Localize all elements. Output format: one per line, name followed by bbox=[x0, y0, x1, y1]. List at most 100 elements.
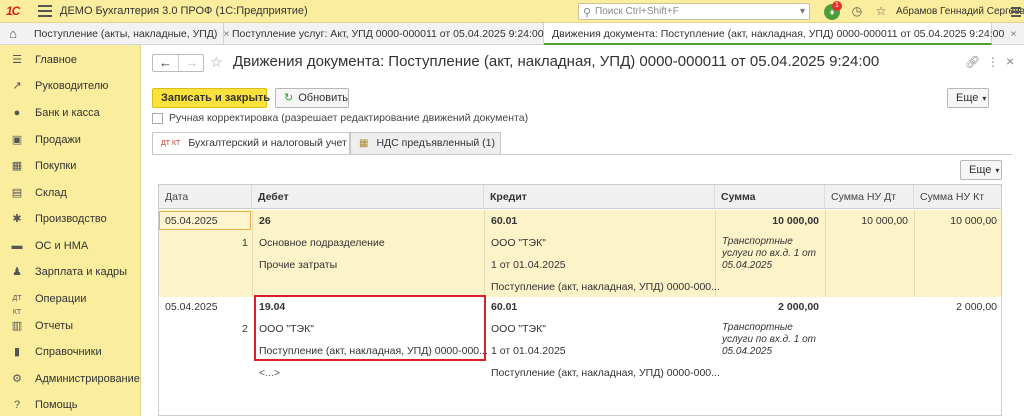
tab-vat[interactable]: ▦ НДС предъявленный (1) bbox=[350, 132, 501, 154]
sidebar-item-sales[interactable]: ▣ Продажи bbox=[0, 129, 141, 151]
sidebar-item-label: Главное bbox=[35, 54, 78, 66]
manual-correction-checkbox[interactable] bbox=[152, 113, 163, 124]
search-dropdown-icon[interactable]: ▾ bbox=[800, 6, 805, 17]
tab-label: Бухгалтерский и налоговый учет (2) bbox=[188, 137, 363, 149]
history-icon[interactable]: ◷ bbox=[850, 4, 864, 18]
user-name[interactable]: Абрамов Геннадий Сергеевич bbox=[896, 6, 1024, 17]
row-sum: 10 000,00 bbox=[772, 215, 819, 227]
sidebar-item-label: Помощь bbox=[35, 399, 78, 411]
chevron-down-icon: ▾ bbox=[982, 94, 987, 103]
help-icon: ? bbox=[13, 399, 21, 411]
sidebar: ☰ Главное ↗ Руководителю ● Банк и касса ▣ Пр… bbox=[0, 45, 141, 416]
main-content: ← → ☆ Движения документа: Поступление (а… bbox=[142, 45, 1024, 416]
debit-subconto-3: <...> bbox=[259, 367, 281, 379]
sidebar-item-assets[interactable]: ▬ ОС и НМА bbox=[0, 235, 141, 257]
close-icon[interactable]: × bbox=[1010, 28, 1016, 40]
tab-label: Поступление услуг: Акт, УПД 0000-000011 … bbox=[232, 28, 544, 40]
refresh-button[interactable]: ↻ Обновить bbox=[275, 88, 349, 108]
main-menu-icon[interactable] bbox=[38, 5, 52, 17]
tab-receipt-document[interactable]: Поступление услуг: Акт, УПД 0000-000011 … bbox=[224, 23, 556, 45]
sidebar-item-manager[interactable]: ↗ Руководителю bbox=[0, 75, 141, 97]
sidebar-item-label: Руководителю bbox=[35, 80, 109, 92]
save-and-close-button[interactable]: Записать и закрыть bbox=[152, 88, 270, 108]
column-header-sum-nu-kt[interactable]: Сумма НУ Кт bbox=[914, 185, 1001, 209]
sidebar-item-operations[interactable]: ДТ КТ Операции bbox=[0, 288, 141, 316]
row-content: Транспортные услуги по вх.д. 1 от 05.04.… bbox=[722, 322, 816, 357]
sidebar-item-main[interactable]: ☰ Главное bbox=[0, 49, 141, 71]
more-button[interactable]: Еще ▾ bbox=[947, 88, 989, 108]
column-header-credit[interactable]: Кредит bbox=[484, 185, 715, 209]
navigation-arrows: ← → bbox=[152, 54, 204, 72]
row-date: 05.04.2025 bbox=[165, 301, 218, 313]
sidebar-item-label: Справочники bbox=[35, 346, 102, 358]
row-sum-nu-dt: 10 000,00 bbox=[861, 215, 908, 227]
sidebar-item-salary[interactable]: ♟ Зарплата и кадры bbox=[0, 261, 141, 283]
row-content: Транспортные услуги по вх.д. 1 от 05.04.… bbox=[722, 236, 816, 271]
sidebar-item-warehouse[interactable]: ▤ Склад bbox=[0, 182, 141, 204]
forward-arrow-icon[interactable]: → bbox=[179, 55, 205, 71]
sales-icon: ▣ bbox=[11, 134, 23, 146]
notifications-badge: 1 bbox=[832, 1, 842, 11]
refresh-icon: ↻ bbox=[284, 92, 294, 104]
sidebar-item-label: Зарплата и кадры bbox=[35, 266, 128, 278]
row-date: 05.04.2025 bbox=[165, 215, 218, 227]
link-icon[interactable]: 🔗︎ bbox=[965, 55, 980, 69]
sidebar-item-production[interactable]: ✱ Производство bbox=[0, 208, 141, 230]
sidebar-item-reports[interactable]: ▥ Отчеты bbox=[0, 315, 141, 337]
sidebar-item-label: Производство bbox=[35, 213, 107, 225]
sidebar-item-label: Отчеты bbox=[35, 320, 74, 332]
page-title: Движения документа: Поступление (акт, на… bbox=[233, 53, 880, 70]
column-header-sum-nu-dt[interactable]: Сумма НУ Дт bbox=[825, 185, 914, 209]
cart-icon: ▦ bbox=[11, 160, 23, 172]
tab-receipts-list[interactable]: Поступление (акты, накладные, УПД) × bbox=[26, 23, 230, 45]
more-actions-icon[interactable]: ⋮ bbox=[987, 55, 999, 69]
sidebar-item-help[interactable]: ? Помощь bbox=[0, 394, 141, 416]
credit-subconto-1: ООО "ТЭК" bbox=[491, 237, 546, 249]
credit-subconto-1: ООО "ТЭК" bbox=[491, 323, 546, 335]
sidebar-item-purchases[interactable]: ▦ Покупки bbox=[0, 155, 141, 177]
gear-icon: ⚙ bbox=[12, 373, 22, 385]
sidebar-item-label: Банк и касса bbox=[35, 107, 100, 119]
bank-icon: ● bbox=[13, 107, 21, 119]
table-more-button[interactable]: Еще ▾ bbox=[960, 160, 1002, 180]
search-placeholder: Поиск Ctrl+Shift+F bbox=[595, 6, 679, 17]
debit-subconto-2: Прочие затраты bbox=[259, 259, 338, 271]
column-header-date[interactable]: Дата bbox=[159, 185, 252, 209]
sidebar-item-admin[interactable]: ⚙ Администрирование bbox=[0, 368, 141, 390]
tab-accounting[interactable]: ДТ КТ Бухгалтерский и налоговый учет (2) bbox=[152, 132, 363, 155]
dt-kt-icon: ДТ КТ bbox=[161, 139, 181, 147]
vat-icon: ▦ bbox=[359, 137, 369, 149]
credit-subconto-3: Поступление (акт, накладная, УПД) 0000-0… bbox=[491, 281, 720, 293]
credit-account: 60.01 bbox=[491, 215, 518, 227]
favorites-icon[interactable]: ☆ bbox=[874, 4, 888, 18]
app-title: ДЕМО Бухгалтерия 3.0 ПРОФ (1С:Предприяти… bbox=[60, 5, 308, 17]
tab-label: Движения документа: Поступление (акт, на… bbox=[552, 28, 1005, 40]
title-bar: 1С ДЕМО Бухгалтерия 3.0 ПРОФ (1С:Предпри… bbox=[0, 0, 1024, 23]
sidebar-item-label: Склад bbox=[35, 187, 67, 199]
search-icon: ⚲ bbox=[583, 7, 592, 19]
search-input[interactable]: ⚲ Поиск Ctrl+Shift+F ▾ bbox=[578, 3, 810, 20]
debit-subconto-1: Основное подразделение bbox=[259, 237, 385, 249]
row-sum-nu-kt: 10 000,00 bbox=[950, 215, 997, 227]
column-header-sum[interactable]: Сумма bbox=[715, 185, 825, 209]
sidebar-item-catalogs[interactable]: ▮ Справочники bbox=[0, 341, 141, 363]
home-icon[interactable]: ⌂ bbox=[0, 23, 26, 45]
highlight-box bbox=[254, 295, 486, 361]
credit-account: 60.01 bbox=[491, 301, 518, 313]
sidebar-item-label: Операции bbox=[35, 293, 87, 305]
favorite-star-icon[interactable]: ☆ bbox=[210, 54, 223, 71]
tab-document-movements[interactable]: Движения документа: Поступление (акт, на… bbox=[544, 23, 1016, 45]
movements-table: Дата Дебет Кредит Сумма Сумма НУ Дт Сумм… bbox=[158, 184, 1002, 416]
credit-subconto-2: 1 от 01.04.2025 bbox=[491, 345, 566, 357]
row-number: 2 bbox=[242, 323, 248, 335]
assets-icon: ▬ bbox=[11, 240, 23, 252]
settings-menu-icon[interactable] bbox=[1011, 7, 1021, 19]
person-icon: ♟ bbox=[12, 266, 22, 278]
sidebar-item-bank[interactable]: ● Банк и касса bbox=[0, 102, 141, 124]
close-icon[interactable]: × bbox=[1006, 53, 1014, 69]
row-sum: 2 000,00 bbox=[778, 301, 819, 313]
1c-logo: 1С bbox=[6, 4, 20, 18]
reports-icon: ▥ bbox=[11, 320, 23, 332]
column-header-debit[interactable]: Дебет bbox=[252, 185, 484, 209]
back-arrow-icon[interactable]: ← bbox=[153, 55, 179, 71]
